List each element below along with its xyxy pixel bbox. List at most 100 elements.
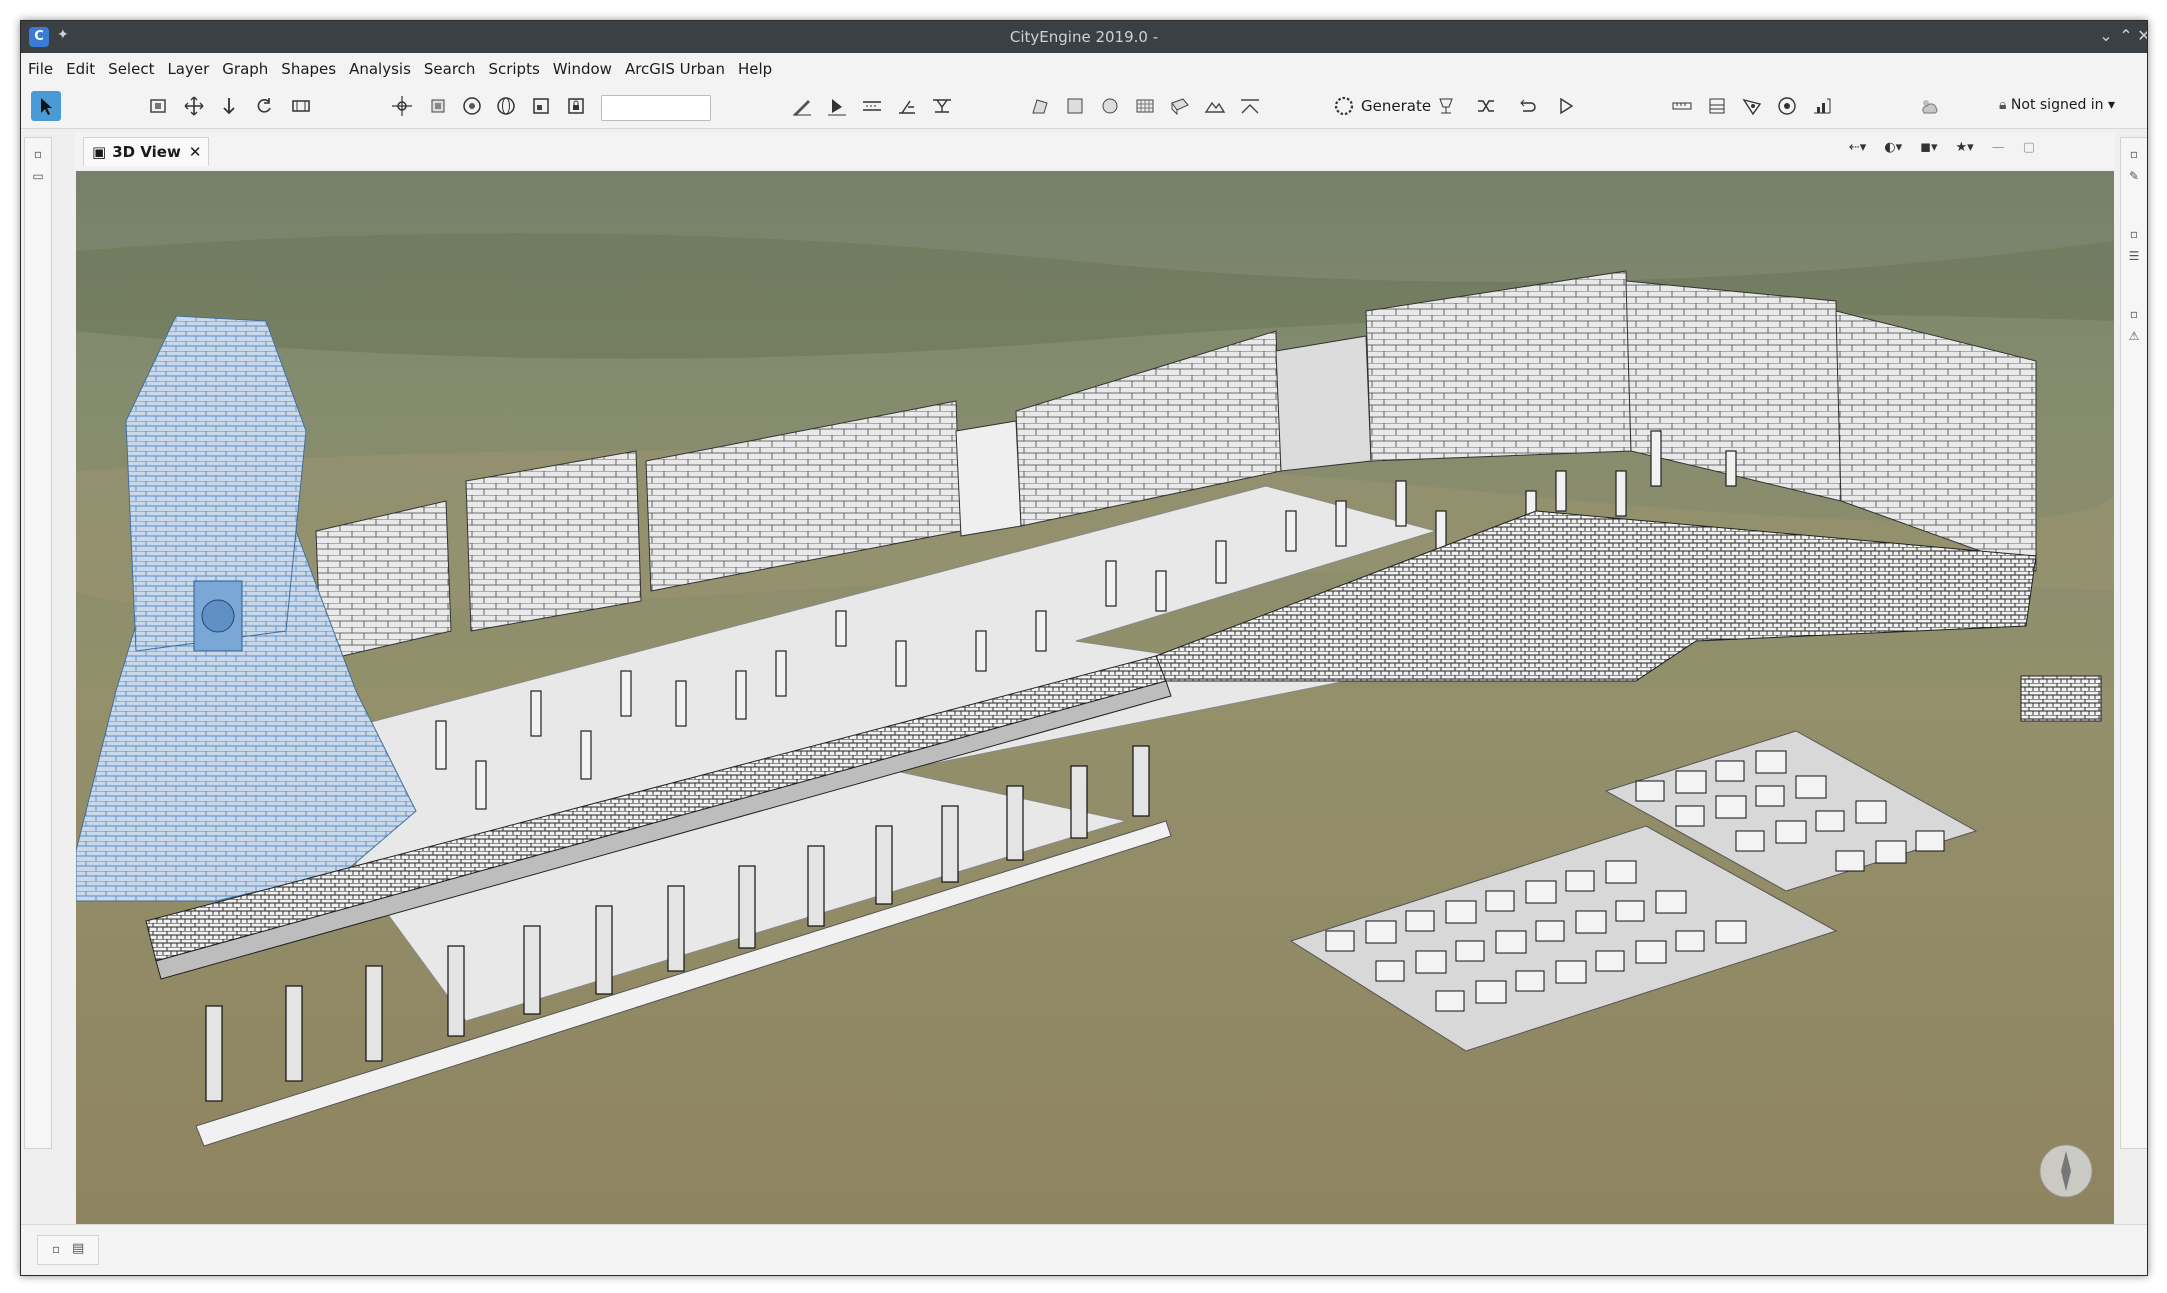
uv-icon bbox=[1171, 98, 1189, 116]
right-dock: ▫ ✎ ▫ ☰ ▫ ⚠ bbox=[2120, 137, 2147, 1149]
minimize-view-icon[interactable]: — bbox=[1992, 140, 2005, 155]
globe-button[interactable] bbox=[491, 91, 521, 121]
restore-icon[interactable]: ▫ bbox=[2126, 306, 2142, 322]
view-dome-button[interactable] bbox=[1772, 91, 1802, 121]
titlebar: C ✦ CityEngine 2019.0 - ⌄ ⌃ ✕ bbox=[21, 21, 2147, 53]
street-grid-button[interactable] bbox=[857, 91, 887, 121]
restore-icon[interactable]: ▫ bbox=[2126, 226, 2142, 242]
camera-icon[interactable]: ◼▾ bbox=[1920, 140, 1937, 155]
shape-rect-button[interactable] bbox=[1060, 91, 1090, 121]
menu-window[interactable]: Window bbox=[546, 53, 618, 78]
generate-label: Generate bbox=[1361, 97, 1432, 115]
dashboard-button[interactable] bbox=[1807, 91, 1837, 121]
inspector-icon[interactable]: ✎ bbox=[2126, 168, 2142, 184]
menu-search[interactable]: Search bbox=[417, 53, 482, 78]
restore-icon[interactable]: ▫ bbox=[52, 1242, 60, 1256]
dimension-button[interactable] bbox=[1702, 91, 1732, 121]
frame-select-icon bbox=[533, 98, 549, 114]
tab-3d-view[interactable]: ▣ 3D View ✕ bbox=[83, 137, 209, 166]
measure-button[interactable] bbox=[1667, 91, 1697, 121]
maximize-view-icon[interactable]: ▢ bbox=[2023, 140, 2035, 155]
select-tool-button[interactable] bbox=[31, 91, 61, 121]
polygon-street-icon bbox=[828, 99, 846, 116]
inspect-model-icon bbox=[1439, 98, 1453, 114]
shape-circle-button[interactable] bbox=[1095, 91, 1125, 121]
reset-button[interactable] bbox=[1511, 91, 1541, 121]
street-grid-icon bbox=[863, 101, 881, 111]
menu-scripts[interactable]: Scripts bbox=[481, 53, 545, 78]
lock-icon: 🔒︎ bbox=[1999, 97, 2007, 113]
layers-visibility-icon[interactable]: ◐▾ bbox=[1884, 140, 1902, 155]
scene-render bbox=[76, 171, 2114, 1224]
move-button[interactable] bbox=[179, 91, 209, 121]
settings-sliders-icon[interactable]: ☰ bbox=[2126, 248, 2142, 264]
bookmark-star-icon[interactable]: ★▾ bbox=[1956, 140, 1974, 155]
console-icon[interactable]: ▤ bbox=[72, 1241, 84, 1256]
close-icon[interactable]: ✕ bbox=[2133, 25, 2147, 47]
globe-icon bbox=[497, 97, 515, 115]
3d-viewport[interactable] bbox=[76, 171, 2114, 1224]
camera-options-icon[interactable]: ⇠▾ bbox=[1849, 140, 1866, 155]
weather-button[interactable] bbox=[1914, 91, 1944, 121]
menu-analysis[interactable]: Analysis bbox=[342, 53, 417, 78]
navigate-button[interactable] bbox=[387, 91, 417, 121]
align-icon bbox=[292, 100, 310, 112]
menu-file[interactable]: File bbox=[21, 53, 59, 78]
stack-button[interactable] bbox=[423, 91, 453, 121]
shape-polygon-button[interactable] bbox=[1025, 91, 1055, 121]
tab-label: 3D View bbox=[112, 143, 181, 161]
terrain-button[interactable] bbox=[1200, 91, 1230, 121]
menu-help[interactable]: Help bbox=[731, 53, 778, 78]
texture-button[interactable] bbox=[1130, 91, 1160, 121]
rotate-button[interactable] bbox=[249, 91, 279, 121]
street-tool-button[interactable] bbox=[822, 91, 852, 121]
view-options: ⇠▾ ◐▾ ◼▾ ★▾ — ▢ bbox=[1849, 140, 2035, 155]
pen-tool-button[interactable] bbox=[787, 91, 817, 121]
left-dock: ▫ ▭ bbox=[24, 137, 52, 1149]
viewport-search-input[interactable] bbox=[601, 95, 711, 121]
close-icon[interactable]: ✕ bbox=[189, 143, 202, 161]
terrain-align-button[interactable] bbox=[1235, 91, 1265, 121]
restore-icon[interactable]: ▫ bbox=[30, 146, 46, 162]
cleanup-button[interactable] bbox=[892, 91, 922, 121]
uv-button[interactable] bbox=[1165, 91, 1195, 121]
down-button[interactable] bbox=[214, 91, 244, 121]
pan-icon bbox=[392, 96, 412, 116]
random-seed-button[interactable] bbox=[1471, 91, 1501, 121]
signin-button[interactable]: 🔒︎ Not signed in ▾ bbox=[1999, 97, 2115, 113]
menu-graph[interactable]: Graph bbox=[215, 53, 274, 78]
view-tabbar: ▣ 3D View ✕ ⇠▾ ◐▾ ◼▾ ★▾ — ▢ bbox=[75, 132, 2115, 170]
align-terrain-icon bbox=[1241, 99, 1259, 114]
terrain-icon bbox=[1204, 101, 1226, 113]
graph-align-button[interactable] bbox=[927, 91, 957, 121]
dashboard-chart-icon bbox=[1814, 98, 1831, 114]
folder-icon[interactable]: ▭ bbox=[30, 168, 46, 184]
menu-shapes[interactable]: Shapes bbox=[274, 53, 342, 78]
bookmark-button[interactable] bbox=[526, 91, 556, 121]
view-dome-icon bbox=[1778, 97, 1796, 115]
menu-edit[interactable]: Edit bbox=[59, 53, 101, 78]
menu-arcgis-urban[interactable]: ArcGIS Urban bbox=[618, 53, 731, 78]
layers-icon bbox=[431, 99, 445, 113]
cube-icon: ▣ bbox=[92, 143, 107, 161]
signin-label: Not signed in bbox=[2010, 97, 2104, 113]
lock-view-button[interactable] bbox=[561, 91, 591, 121]
window-title: CityEngine 2019.0 - bbox=[1009, 28, 1159, 46]
minimize-icon[interactable]: ⌄ bbox=[2095, 25, 2117, 47]
cursor-mode-button[interactable] bbox=[1551, 91, 1581, 121]
align-button[interactable] bbox=[286, 91, 316, 121]
warning-icon[interactable]: ⚠ bbox=[2126, 328, 2142, 344]
zoom-button[interactable] bbox=[457, 91, 487, 121]
circle-shape-icon bbox=[1102, 98, 1118, 114]
generate-button[interactable]: Generate bbox=[1333, 93, 1431, 119]
menu-layer[interactable]: Layer bbox=[160, 53, 215, 78]
dimension-icon bbox=[1709, 98, 1725, 114]
frame-button[interactable] bbox=[143, 91, 173, 121]
move-icon bbox=[184, 96, 204, 116]
restore-icon[interactable]: ▫ bbox=[2126, 146, 2142, 162]
ruler-icon bbox=[1672, 102, 1692, 110]
visibility-button[interactable] bbox=[1737, 91, 1767, 121]
menu-select[interactable]: Select bbox=[101, 53, 160, 78]
console-dock: ▫ ▤ bbox=[37, 1235, 99, 1265]
inspect-button[interactable] bbox=[1431, 91, 1461, 121]
